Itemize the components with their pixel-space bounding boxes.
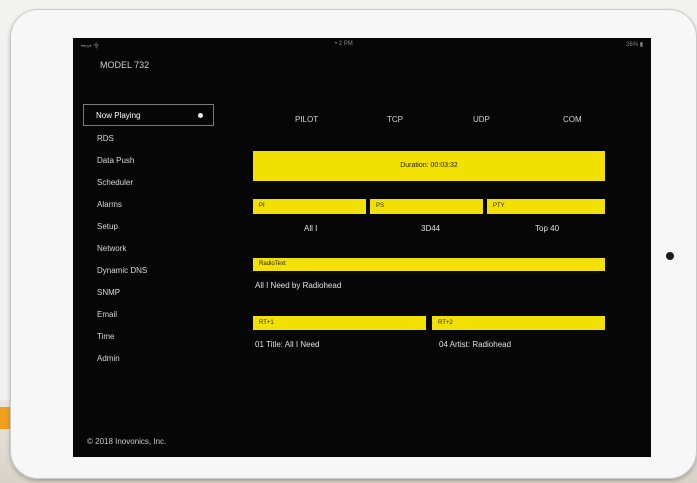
pi-header: PI: [253, 199, 366, 214]
sidebar-item-time[interactable]: Time: [97, 332, 114, 341]
radiotext-header: RadioText: [253, 258, 605, 271]
pty-value: Top 40: [535, 224, 560, 233]
duration-bar: Duration: 00:03:32: [253, 151, 605, 181]
status-battery: 26% ▮: [626, 42, 643, 48]
sidebar-item-setup[interactable]: Setup: [97, 222, 118, 231]
rtplus2-value: 04 Artist: Radiohead: [439, 340, 512, 349]
radiotext-value: All I Need by Radiohead: [255, 281, 342, 290]
sidebar-item-dynamic-dns[interactable]: Dynamic DNS: [97, 266, 147, 275]
rtplus1-value: 01 Title: All I Need: [255, 340, 320, 349]
sidebar-item-rds[interactable]: RDS: [97, 134, 114, 143]
status-bar: ••∞• 令 • 2 PM 26% ▮: [73, 38, 651, 51]
pty-header: PTY: [487, 199, 605, 214]
rtplus1-header: RT+1: [253, 316, 426, 330]
tab-udp[interactable]: UDP: [473, 115, 490, 124]
sidebar-item-admin[interactable]: Admin: [97, 354, 120, 363]
tab-pilot[interactable]: PILOT: [295, 115, 318, 124]
sidebar-item-data-push[interactable]: Data Push: [97, 156, 134, 165]
tab-tcp[interactable]: TCP: [387, 115, 403, 124]
ps-header: PS: [370, 199, 483, 214]
sidebar-item-alarms[interactable]: Alarms: [97, 200, 122, 209]
tab-com[interactable]: COM: [563, 115, 582, 124]
copyright-footer: © 2018 Inovonics, Inc.: [87, 437, 167, 446]
sidebar-item-network[interactable]: Network: [97, 244, 126, 253]
pi-value: All I: [304, 224, 318, 233]
status-time: • 2 PM: [335, 41, 353, 47]
sidebar-item-scheduler[interactable]: Scheduler: [97, 178, 133, 187]
page-title: MODEL 732: [100, 60, 150, 70]
status-signal: ••∞• 令: [81, 44, 100, 50]
sidebar-item-label: Now Playing: [96, 111, 141, 120]
sidebar-item-email[interactable]: Email: [97, 310, 117, 319]
ps-value: 3D44: [421, 224, 441, 233]
app-screen: ••∞• 令 • 2 PM 26% ▮ MODEL 732 Now Playin…: [73, 38, 651, 457]
sidebar-item-now-playing[interactable]: Now Playing: [83, 104, 214, 126]
sidebar-item-snmp[interactable]: SNMP: [97, 288, 120, 297]
rtplus2-header: RT+2: [432, 316, 605, 330]
home-button[interactable]: [666, 252, 674, 260]
active-indicator-icon: [198, 113, 203, 118]
